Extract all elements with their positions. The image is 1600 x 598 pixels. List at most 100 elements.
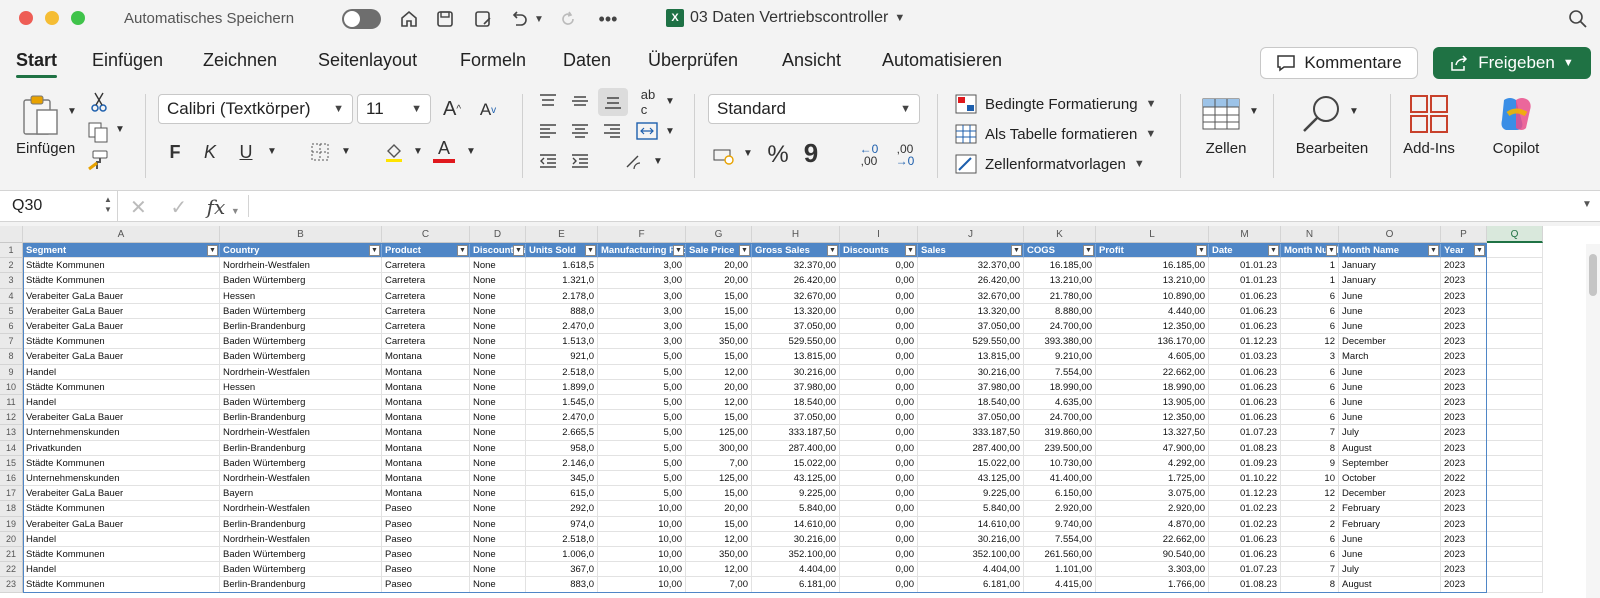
table-cell[interactable]: 01.02.23 <box>1209 516 1281 532</box>
table-cell[interactable]: 20,00 <box>686 273 752 289</box>
table-cell[interactable]: 20,00 <box>686 258 752 274</box>
table-header-cell[interactable]: Sale Price ▼ <box>686 243 752 259</box>
table-cell[interactable]: 2023 <box>1441 562 1487 578</box>
filter-dropdown-icon[interactable]: ▼ <box>585 245 596 256</box>
save-icon[interactable] <box>432 6 458 32</box>
bold-button[interactable]: F <box>164 140 186 164</box>
table-cell[interactable]: 9.740,00 <box>1024 516 1096 532</box>
borders-chevron-down-icon[interactable]: ▼ <box>340 146 352 157</box>
table-cell[interactable]: Baden Würtemberg <box>220 349 382 365</box>
row-header[interactable]: 4 <box>0 288 23 304</box>
formula-input[interactable] <box>254 191 1574 221</box>
table-cell[interactable]: 9 <box>1281 455 1339 471</box>
table-cell[interactable]: 12,00 <box>686 395 752 411</box>
table-cell[interactable]: 5,00 <box>598 455 686 471</box>
table-header-cell[interactable]: Manufacturing Price ▼ <box>598 243 686 259</box>
table-cell[interactable]: 4.292,00 <box>1096 455 1209 471</box>
empty-cell[interactable] <box>1487 319 1543 335</box>
empty-cell[interactable] <box>1487 273 1543 289</box>
table-cell[interactable]: 352.100,00 <box>918 547 1024 563</box>
filter-dropdown-icon[interactable]: ▼ <box>207 245 218 256</box>
confirm-icon[interactable]: ✓ <box>170 197 187 219</box>
table-cell[interactable]: 6 <box>1281 379 1339 395</box>
table-cell[interactable]: Nordrhein-Westfalen <box>220 531 382 547</box>
align-right-icon[interactable] <box>600 120 624 142</box>
cells-chevron-down-icon[interactable]: ▼ <box>1248 106 1260 117</box>
table-cell[interactable]: 6 <box>1281 364 1339 380</box>
table-cell[interactable]: 319.860,00 <box>1024 425 1096 441</box>
row-header[interactable]: 8 <box>0 349 23 365</box>
row-header[interactable]: 14 <box>0 440 23 456</box>
table-cell[interactable]: 43.125,00 <box>918 471 1024 487</box>
table-cell[interactable]: None <box>470 334 526 350</box>
paste-chevron-down-icon[interactable]: ▼ <box>66 106 78 117</box>
table-header-cell[interactable]: Date ▼ <box>1209 243 1281 259</box>
table-cell[interactable]: August <box>1339 440 1441 456</box>
row-header[interactable]: 3 <box>0 273 23 289</box>
select-all-corner[interactable] <box>0 226 23 243</box>
table-cell[interactable]: Verabeiter GaLa Bauer <box>23 303 220 319</box>
decrease-decimal-icon[interactable]: ,00 →0 <box>888 140 922 170</box>
empty-cell[interactable] <box>1487 410 1543 426</box>
table-cell[interactable]: 2023 <box>1441 334 1487 350</box>
table-cell[interactable]: 12.350,00 <box>1096 319 1209 335</box>
empty-cell[interactable] <box>1487 349 1543 365</box>
table-cell[interactable]: 3.075,00 <box>1096 486 1209 502</box>
table-cell[interactable]: 0,00 <box>840 425 918 441</box>
column-header-g[interactable]: G <box>686 226 752 243</box>
fill-color-icon[interactable] <box>382 140 406 164</box>
table-cell[interactable]: Nordrhein-Westfalen <box>220 471 382 487</box>
table-cell[interactable]: 15,00 <box>686 303 752 319</box>
table-cell[interactable]: 888,0 <box>526 303 598 319</box>
table-cell[interactable]: 1.101,00 <box>1024 562 1096 578</box>
table-cell[interactable]: June <box>1339 319 1441 335</box>
expand-formula-icon[interactable]: ▼ <box>1582 199 1592 210</box>
vertical-scrollbar[interactable] <box>1586 244 1600 598</box>
table-cell[interactable]: 333.187,50 <box>918 425 1024 441</box>
table-cell[interactable]: 20,00 <box>686 501 752 517</box>
fill-color-chevron-down-icon[interactable]: ▼ <box>412 146 424 157</box>
table-cell[interactable]: 01.12.23 <box>1209 334 1281 350</box>
table-cell[interactable]: Städte Kommunen <box>23 455 220 471</box>
column-header-a[interactable]: A <box>23 226 220 243</box>
empty-cell[interactable] <box>1487 395 1543 411</box>
table-cell[interactable]: 0,00 <box>840 258 918 274</box>
table-cell[interactable]: 7,00 <box>686 455 752 471</box>
empty-cell[interactable] <box>1487 531 1543 547</box>
wrap-chevron-down-icon[interactable]: ▼ <box>664 96 676 107</box>
table-cell[interactable]: 8 <box>1281 440 1339 456</box>
table-cell[interactable]: 13.320,00 <box>752 303 840 319</box>
table-cell[interactable]: 529.550,00 <box>752 334 840 350</box>
table-cell[interactable]: Verabeiter GaLa Bauer <box>23 486 220 502</box>
table-cell[interactable]: Unternehmenskunden <box>23 425 220 441</box>
table-cell[interactable]: 01.06.23 <box>1209 364 1281 380</box>
merge-chevron-down-icon[interactable]: ▼ <box>664 126 676 137</box>
table-cell[interactable]: 24.700,00 <box>1024 319 1096 335</box>
table-cell[interactable]: Berlin-Brandenburg <box>220 577 382 593</box>
table-cell[interactable]: February <box>1339 516 1441 532</box>
table-cell[interactable]: 5,00 <box>598 364 686 380</box>
table-cell[interactable]: 10,00 <box>598 516 686 532</box>
table-cell[interactable]: 4.440,00 <box>1096 303 1209 319</box>
table-cell[interactable]: 21.780,00 <box>1024 288 1096 304</box>
table-header-cell[interactable]: Sales ▼ <box>918 243 1024 259</box>
table-cell[interactable]: 1.899,0 <box>526 379 598 395</box>
table-cell[interactable]: None <box>470 562 526 578</box>
table-cell[interactable]: 0,00 <box>840 334 918 350</box>
table-cell[interactable]: June <box>1339 410 1441 426</box>
table-cell[interactable]: Berlin-Brandenburg <box>220 410 382 426</box>
filter-dropdown-icon[interactable]: ▼ <box>513 245 524 256</box>
table-cell[interactable]: 4.635,00 <box>1024 395 1096 411</box>
orientation-chevron-down-icon[interactable]: ▼ <box>652 156 664 167</box>
table-cell[interactable]: 10,00 <box>598 562 686 578</box>
row-header[interactable]: 22 <box>0 562 23 578</box>
undo-chevron-down-icon[interactable]: ▼ <box>532 6 546 32</box>
table-cell[interactable]: 261.560,00 <box>1024 547 1096 563</box>
chevron-down-icon[interactable]: ▼ <box>1563 57 1574 69</box>
table-header-cell[interactable]: Discount Band▼ <box>470 243 526 259</box>
table-cell[interactable]: 287.400,00 <box>752 440 840 456</box>
table-cell[interactable]: 30.216,00 <box>918 531 1024 547</box>
table-cell[interactable]: Städte Kommunen <box>23 258 220 274</box>
empty-cell[interactable] <box>1487 303 1543 319</box>
row-header[interactable]: 11 <box>0 395 23 411</box>
